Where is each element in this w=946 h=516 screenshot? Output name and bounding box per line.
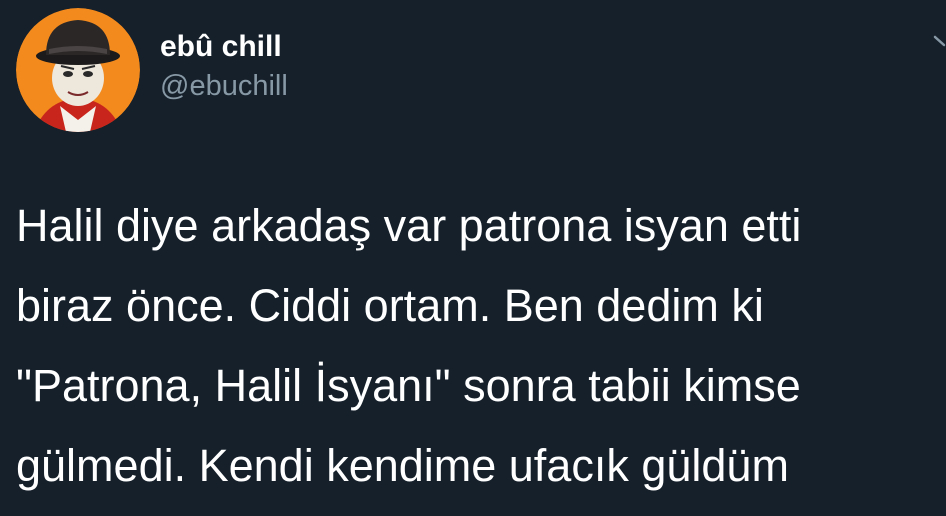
tweet-text: Halil diye arkadaş var patrona isyan ett… (16, 186, 936, 506)
tweet-text-line: biraz önce. Ciddi ortam. Ben dedim ki (16, 280, 764, 331)
tweet-text-line: Halil diye arkadaş var patrona isyan ett… (16, 200, 802, 251)
display-name[interactable]: ebû chill (160, 30, 282, 64)
profile-avatar[interactable] (16, 8, 140, 132)
tweet-text-line: gülmedi. Kendi kendime ufacık güldüm (16, 440, 789, 491)
chevron-down-icon[interactable] (930, 34, 946, 56)
user-handle[interactable]: @ebuchill (160, 70, 288, 103)
tweet-text-line: "Patrona, Halil İsyanı" sonra tabii kims… (16, 360, 801, 411)
avatar-image (16, 8, 140, 132)
tweet-card: ebû chill @ebuchill Halil diye arkadaş v… (0, 0, 946, 516)
